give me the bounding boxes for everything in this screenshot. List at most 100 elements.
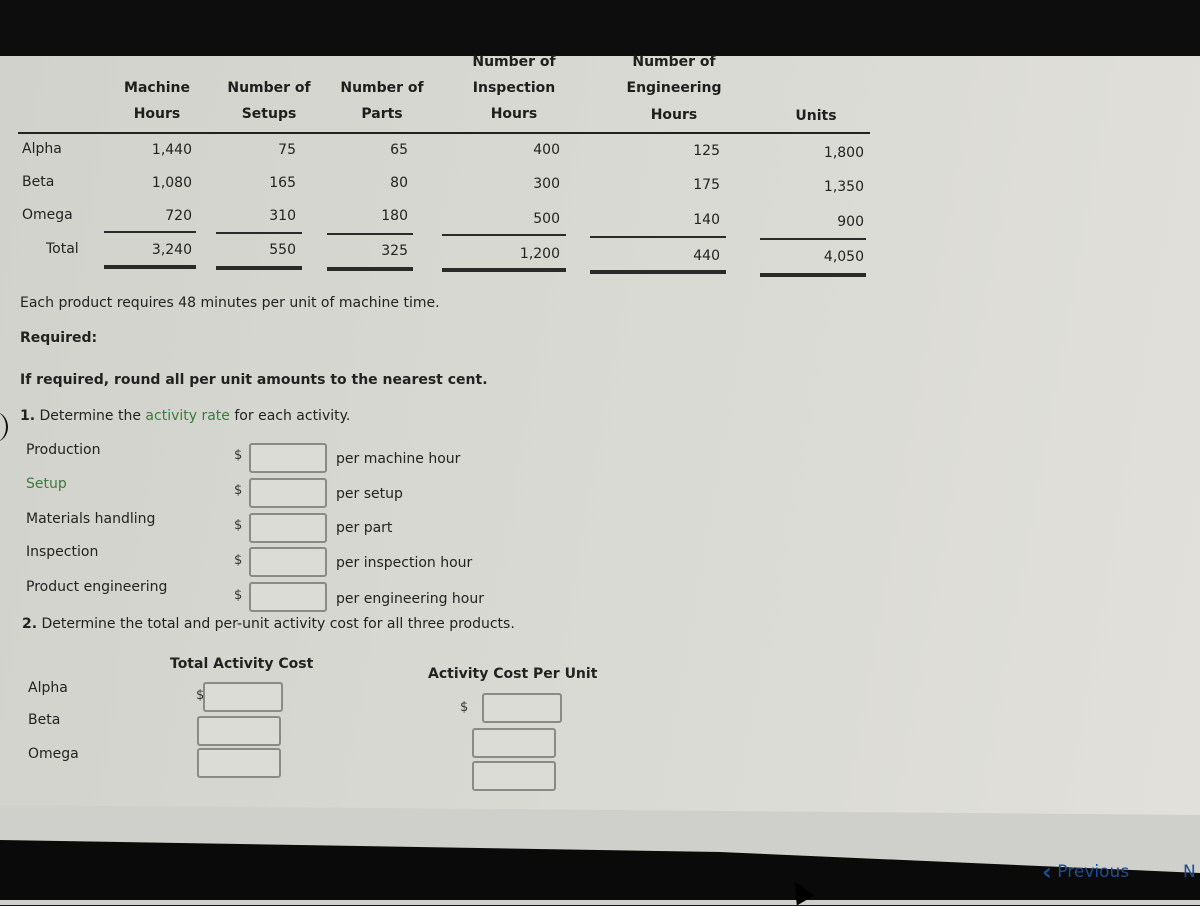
question-2-number: 2. xyxy=(22,616,38,632)
row-label-beta: Beta xyxy=(22,174,55,190)
header-engineering-line2: Engineering xyxy=(626,80,722,96)
question-2: 2. Determine the total and per-unit acti… xyxy=(22,616,515,632)
previous-label: Previous xyxy=(1057,862,1130,882)
question-1: 1. Determine the activity rate for each … xyxy=(20,408,350,424)
cell-alpha-setups: 75 xyxy=(278,142,296,158)
materials-handling-rate-input[interactable] xyxy=(249,513,327,543)
header-inspection-line3: Hours xyxy=(490,106,538,122)
activity-rate-link[interactable]: activity rate xyxy=(145,408,230,424)
chevron-left-icon: ‹ xyxy=(1042,858,1052,886)
unit-label-product-engineering: per engineering hour xyxy=(336,591,484,607)
unit-label-setup: per setup xyxy=(336,486,403,502)
header-setups-line2: Setups xyxy=(241,106,297,122)
cell-omega-inspection: 500 xyxy=(533,211,560,227)
total-double-rule xyxy=(760,273,866,277)
header-units: Units xyxy=(795,108,837,124)
machine-time-note: Each product requires 48 minutes per uni… xyxy=(20,295,440,311)
next-button[interactable]: N xyxy=(1183,862,1196,882)
cell-beta-setups: 165 xyxy=(269,175,296,191)
product-label-alpha: Alpha xyxy=(28,680,68,696)
row-label-alpha: Alpha xyxy=(22,141,62,157)
total-double-rule xyxy=(442,268,566,272)
header-setups-line1: Number of xyxy=(227,80,311,96)
cell-total-units: 4,050 xyxy=(823,249,864,265)
currency-symbol: $ xyxy=(234,448,243,463)
product-label-omega: Omega xyxy=(28,746,79,762)
header-machine-hours-line1: Machine xyxy=(124,80,190,96)
subtotal-rule xyxy=(216,232,302,234)
header-parts-line1: Number of xyxy=(340,80,424,96)
cell-alpha-engineering: 125 xyxy=(693,143,720,159)
row-label-omega: Omega xyxy=(22,207,73,223)
header-engineering-line3: Hours xyxy=(650,107,698,123)
header-parts-line2: Parts xyxy=(361,106,403,122)
omega-total-cost-input[interactable] xyxy=(197,748,281,778)
cell-alpha-units: 1,800 xyxy=(823,145,864,161)
currency-symbol: $ xyxy=(460,700,469,715)
total-double-rule xyxy=(590,270,726,274)
currency-symbol: $ xyxy=(234,518,243,533)
header-inspection-line1: Number of xyxy=(472,54,556,70)
activity-label-production: Production xyxy=(26,442,101,458)
previous-button[interactable]: ‹ Previous xyxy=(1042,858,1129,886)
header-machine-hours-line2: Hours xyxy=(133,106,181,122)
cell-beta-engineering: 175 xyxy=(693,177,720,193)
currency-symbol: $ xyxy=(234,483,243,498)
cell-alpha-parts: 65 xyxy=(390,142,408,158)
activity-label-setup[interactable]: Setup xyxy=(26,476,67,492)
cell-total-machine-hours: 3,240 xyxy=(151,242,192,258)
cell-alpha-inspection: 400 xyxy=(533,142,560,158)
beta-total-cost-input[interactable] xyxy=(197,716,281,746)
unit-label-materials-handling: per part xyxy=(336,520,393,536)
product-label-beta: Beta xyxy=(28,712,61,728)
header-inspection-line2: Inspection xyxy=(472,80,556,96)
cell-omega-units: 900 xyxy=(837,214,864,230)
unit-label-production: per machine hour xyxy=(336,451,461,467)
cell-total-engineering: 440 xyxy=(693,248,720,264)
cell-alpha-machine-hours: 1,440 xyxy=(151,142,192,158)
screen-top-bezel xyxy=(0,0,1200,56)
currency-symbol: $ xyxy=(234,588,243,603)
subtotal-rule xyxy=(104,231,196,233)
total-double-rule xyxy=(104,265,196,269)
cell-omega-setups: 310 xyxy=(269,208,296,224)
cell-beta-machine-hours: 1,080 xyxy=(151,175,192,191)
activity-label-product-engineering: Product engineering xyxy=(26,579,168,595)
production-rate-input[interactable] xyxy=(249,443,327,473)
cell-beta-parts: 80 xyxy=(390,175,408,191)
rounding-instruction: If required, round all per unit amounts … xyxy=(20,372,488,388)
total-double-rule xyxy=(216,266,302,270)
alpha-total-cost-input[interactable] xyxy=(203,682,283,712)
question-1-prefix: Determine the xyxy=(39,408,141,424)
cell-beta-inspection: 300 xyxy=(533,176,560,192)
subtotal-rule xyxy=(760,238,866,240)
cell-total-parts: 325 xyxy=(381,243,408,259)
subtotal-rule xyxy=(327,233,413,235)
activity-cost-per-unit-header: Activity Cost Per Unit xyxy=(428,666,598,682)
total-activity-cost-header: Total Activity Cost xyxy=(170,656,314,672)
cell-omega-machine-hours: 720 xyxy=(165,208,192,224)
activity-label-materials-handling: Materials handling xyxy=(26,511,156,527)
subtotal-rule xyxy=(590,236,726,238)
question-1-number: 1. xyxy=(20,408,36,424)
beta-cost-per-unit-input[interactable] xyxy=(472,728,556,758)
cell-total-inspection: 1,200 xyxy=(519,246,560,262)
cell-omega-engineering: 140 xyxy=(693,212,720,228)
cell-omega-parts: 180 xyxy=(381,208,408,224)
header-engineering-line1: Number of xyxy=(632,54,716,70)
cell-total-setups: 550 xyxy=(269,242,296,258)
row-label-total: Total xyxy=(46,241,79,257)
omega-cost-per-unit-input[interactable] xyxy=(472,761,556,791)
header-rule xyxy=(18,132,870,134)
worksheet-page xyxy=(0,12,1200,872)
activity-label-inspection: Inspection xyxy=(26,544,99,560)
setup-rate-input[interactable] xyxy=(249,478,327,508)
alpha-cost-per-unit-input[interactable] xyxy=(482,693,562,723)
question-2-text: Determine the total and per-unit activit… xyxy=(41,616,515,632)
total-double-rule xyxy=(327,267,413,271)
product-engineering-rate-input[interactable] xyxy=(249,582,327,612)
inspection-rate-input[interactable] xyxy=(249,547,327,577)
currency-symbol: $ xyxy=(234,553,243,568)
unit-label-inspection: per inspection hour xyxy=(336,555,473,571)
subtotal-rule xyxy=(442,234,566,236)
